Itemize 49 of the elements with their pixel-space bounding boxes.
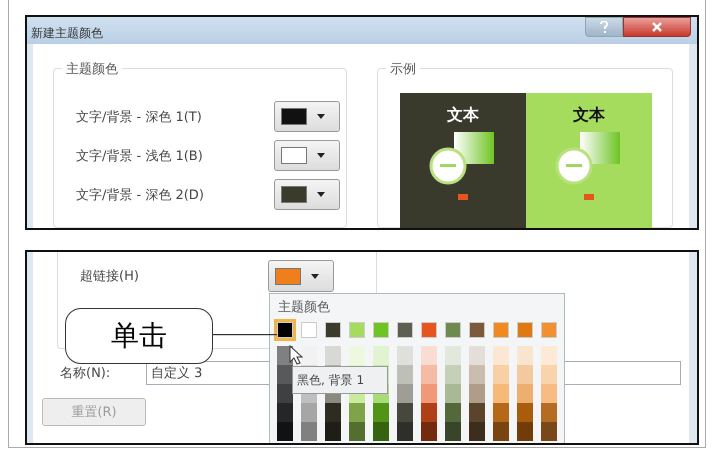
- caret-icon: [317, 153, 325, 158]
- color-swatch[interactable]: [349, 322, 365, 338]
- color-dropdown[interactable]: [274, 140, 340, 171]
- caret-icon: [317, 192, 325, 197]
- color-label: 超链接(H): [80, 268, 140, 285]
- palette-header: 主题颜色: [277, 299, 331, 316]
- tooltip: 黑色, 背景 1: [292, 366, 388, 394]
- color-swatch[interactable]: [325, 322, 341, 338]
- shade-column[interactable]: [493, 346, 509, 441]
- color-dropdown[interactable]: [268, 260, 334, 292]
- color-swatch[interactable]: [277, 322, 293, 338]
- shade-column[interactable]: [541, 346, 557, 441]
- color-swatch[interactable]: [493, 322, 509, 338]
- close-button[interactable]: [623, 17, 691, 37]
- color-label: 文字/背景 - 浅色 1(B): [76, 148, 204, 164]
- sample-text: 文本: [447, 105, 479, 126]
- question-icon: [600, 21, 608, 33]
- link-mark: [584, 194, 594, 200]
- color-label: 文字/背景 - 深色 2(D): [76, 186, 205, 204]
- shade-column[interactable]: [421, 346, 437, 441]
- sample-text: 文本: [573, 105, 605, 126]
- caret-icon: [311, 274, 319, 278]
- shade-column[interactable]: [469, 346, 485, 441]
- color-swatch[interactable]: [445, 322, 461, 338]
- color-swatch[interactable]: [541, 322, 557, 338]
- color-label: 文字/背景 - 深色 1(T): [76, 108, 203, 126]
- color-swatch[interactable]: [517, 322, 533, 338]
- link-mark: [458, 194, 468, 200]
- shade-column[interactable]: [397, 346, 413, 441]
- shade-column[interactable]: [445, 346, 461, 441]
- caret-icon: [317, 114, 325, 119]
- shade-column[interactable]: [517, 346, 533, 441]
- name-label: 名称(N):: [60, 365, 112, 382]
- close-icon: [652, 22, 662, 32]
- reset-button[interactable]: 重置(R): [42, 398, 146, 426]
- color-dropdown[interactable]: [274, 101, 340, 132]
- color-swatch[interactable]: [469, 322, 485, 338]
- color-swatch[interactable]: [397, 322, 413, 338]
- shade-column[interactable]: [277, 346, 293, 441]
- color-dropdown[interactable]: [274, 179, 340, 210]
- color-swatch[interactable]: [301, 322, 317, 338]
- color-swatch[interactable]: [373, 322, 389, 338]
- group-label: 示例: [386, 60, 420, 78]
- leader-line: [211, 334, 277, 336]
- window-title: 新建主题颜色: [30, 25, 103, 42]
- group-label: 主题颜色: [62, 60, 122, 78]
- cursor-icon: [289, 345, 303, 365]
- color-swatch[interactable]: [421, 322, 437, 338]
- callout-label: 单击: [65, 308, 213, 364]
